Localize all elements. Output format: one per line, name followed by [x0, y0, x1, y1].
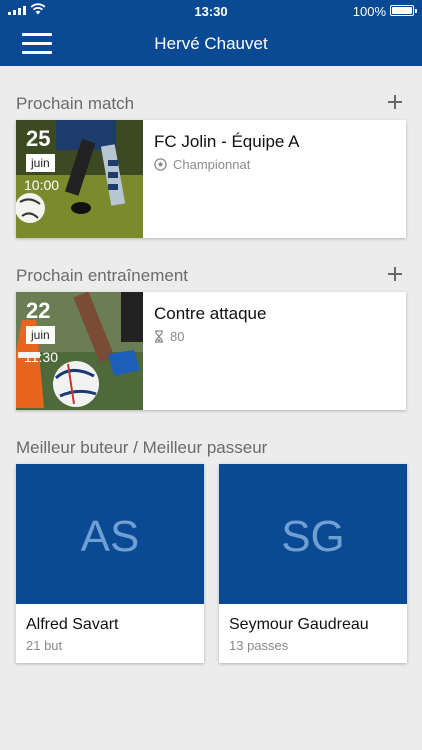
battery-icon [390, 5, 417, 16]
next-match-card[interactable]: 25 juin 10:00 FC Jolin - Équipe A Champi… [16, 120, 406, 238]
player-name: Seymour Gaudreau [229, 616, 369, 633]
match-competition: Championnat [173, 157, 251, 172]
training-time: 11:30 [24, 349, 58, 365]
best-passer-card[interactable]: SG Seymour Gaudreau 13 passes [219, 464, 407, 663]
section-title-next-match: Prochain match [16, 94, 135, 113]
battery-percentage: 100% [352, 4, 386, 19]
player-name: Alfred Savart [26, 616, 119, 633]
match-subtitle: Championnat [154, 157, 250, 172]
add-match-button[interactable] [388, 95, 402, 109]
player-stat: 13 passes [229, 638, 289, 653]
training-duration: 80 [170, 329, 185, 344]
best-scorer-card[interactable]: AS Alfred Savart 21 but [16, 464, 204, 663]
hourglass-icon [155, 330, 163, 343]
player-stat: 21 but [26, 638, 63, 653]
training-subtitle: 80 [154, 329, 184, 344]
next-training-card[interactable]: 22 juin 11:30 Contre attaque 80 [16, 292, 406, 410]
training-title: Contre attaque [154, 304, 267, 323]
training-date-day: 22 [26, 298, 51, 323]
add-training-button[interactable] [388, 267, 402, 281]
avatar: SG [219, 464, 407, 604]
match-photo: 25 juin 10:00 [16, 120, 143, 238]
avatar-initials: SG [281, 512, 345, 561]
match-date-day: 25 [26, 126, 51, 151]
top-bar: 13:30 100% Hervé Chauvet [0, 0, 422, 66]
match-date-month: juin [26, 154, 55, 172]
page-title: Hervé Chauvet [154, 34, 268, 53]
section-title-best-players: Meilleur buteur / Meilleur passeur [16, 438, 268, 457]
avatar: AS [16, 464, 204, 604]
status-bar: 13:30 100% [0, 0, 422, 22]
training-date-month: juin [26, 326, 55, 344]
match-title: FC Jolin - Équipe A [154, 132, 300, 151]
match-time: 10:00 [24, 177, 60, 193]
training-photo: 22 juin 11:30 [16, 292, 143, 410]
section-title-next-training: Prochain entraînement [16, 266, 188, 285]
avatar-initials: AS [80, 512, 140, 561]
soccer-ball-icon [154, 158, 167, 171]
